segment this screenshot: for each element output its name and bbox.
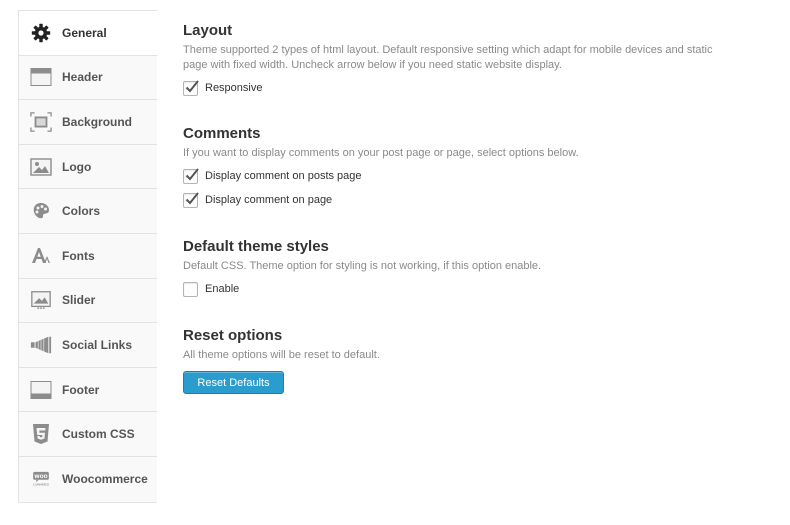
sidebar-item-label: Colors <box>62 204 101 219</box>
comments-posts-checkbox[interactable] <box>183 167 199 184</box>
section-description: Theme supported 2 types of html layout. … <box>183 43 773 73</box>
comments-section: Comments If you want to display comments… <box>183 125 773 209</box>
description-line: Theme supported 2 types of html layout. … <box>183 44 713 56</box>
sidebar-item-label: Fonts <box>62 248 95 263</box>
sidebar-item-label: Logo <box>62 159 92 174</box>
sidebar-item-label: Custom CSS <box>62 427 135 442</box>
section-title: Default theme styles <box>183 238 329 255</box>
sidebar-item-label: Footer <box>62 382 100 397</box>
sidebar-item-custom-css[interactable]: Custom CSS <box>19 412 157 457</box>
font-icon <box>30 245 52 267</box>
svg-text:COMMERCE: COMMERCE <box>33 483 50 487</box>
comments-page-checkbox[interactable] <box>183 191 199 208</box>
sidebar-item-label: Slider <box>62 293 96 308</box>
section-title: Comments <box>183 125 261 142</box>
slider-icon <box>30 289 52 311</box>
palette-icon <box>30 200 52 222</box>
checkbox-label: Responsive <box>205 82 263 94</box>
header-icon <box>30 66 52 88</box>
checkmark-icon <box>185 191 199 204</box>
section-title: Layout <box>183 22 233 39</box>
sidebar-item-colors[interactable]: Colors <box>19 189 157 234</box>
sidebar-item-header[interactable]: Header <box>19 55 157 101</box>
section-title: Reset options <box>183 327 283 344</box>
checkbox-label: Display comment on page <box>205 194 333 206</box>
sidebar-item-social-links[interactable]: Social Links <box>19 323 157 368</box>
theme-options-panel: General Header Background Logo Colors Fo… <box>0 0 790 525</box>
sidebar-item-label: Header <box>62 70 103 85</box>
checkbox-label: Display comment on posts page <box>205 170 362 182</box>
sidebar-item-slider[interactable]: Slider <box>19 278 157 324</box>
responsive-checkbox[interactable] <box>183 79 199 96</box>
sidebar-item-footer[interactable]: Footer <box>19 367 157 413</box>
comments-page-option[interactable]: Display comment on page <box>183 191 773 209</box>
sidebar-item-background[interactable]: Background <box>19 100 157 145</box>
sidebar-item-label: General <box>62 25 107 40</box>
section-description: All theme options will be reset to defau… <box>183 349 380 361</box>
megaphone-icon <box>30 334 52 356</box>
sidebar-item-label: Social Links <box>62 337 133 352</box>
checkmark-icon <box>185 79 199 92</box>
sidebar-item-label: Woocommerce <box>62 472 148 487</box>
sidebar-item-woocommerce[interactable]: WOO COMMERCE Woocommerce <box>19 456 157 502</box>
footer-icon <box>30 379 52 401</box>
sidebar-item-general[interactable]: General <box>19 11 158 56</box>
background-icon <box>30 111 52 133</box>
sidebar-item-logo[interactable]: Logo <box>19 144 157 190</box>
sidebar-item-label: Background <box>62 114 133 129</box>
gear-icon <box>30 22 52 44</box>
svg-text:WOO: WOO <box>34 474 47 480</box>
reset-section: Reset options All theme options will be … <box>183 327 773 394</box>
sidebar-item-fonts[interactable]: Fonts <box>19 233 157 279</box>
section-description: Default CSS. Theme option for styling is… <box>183 260 542 272</box>
enable-option[interactable]: Enable <box>183 280 773 298</box>
default-styles-section: Default theme styles Default CSS. Theme … <box>183 238 773 298</box>
description-line: page with fixed width. Uncheck arrow bel… <box>183 59 562 71</box>
enable-checkbox[interactable] <box>183 281 198 297</box>
comments-posts-option[interactable]: Display comment on posts page <box>183 167 773 185</box>
image-icon <box>30 156 52 178</box>
responsive-option[interactable]: Responsive <box>183 79 773 97</box>
section-description: If you want to display comments on your … <box>183 147 579 159</box>
options-sidebar: General Header Background Logo Colors Fo… <box>18 10 158 503</box>
css3-icon <box>30 423 52 445</box>
layout-section: Layout Theme supported 2 types of html l… <box>183 22 773 97</box>
woocommerce-icon: WOO COMMERCE <box>30 468 52 490</box>
checkmark-icon <box>185 167 199 180</box>
reset-defaults-button[interactable]: Reset Defaults <box>183 371 284 394</box>
checkbox-label: Enable <box>205 283 240 295</box>
